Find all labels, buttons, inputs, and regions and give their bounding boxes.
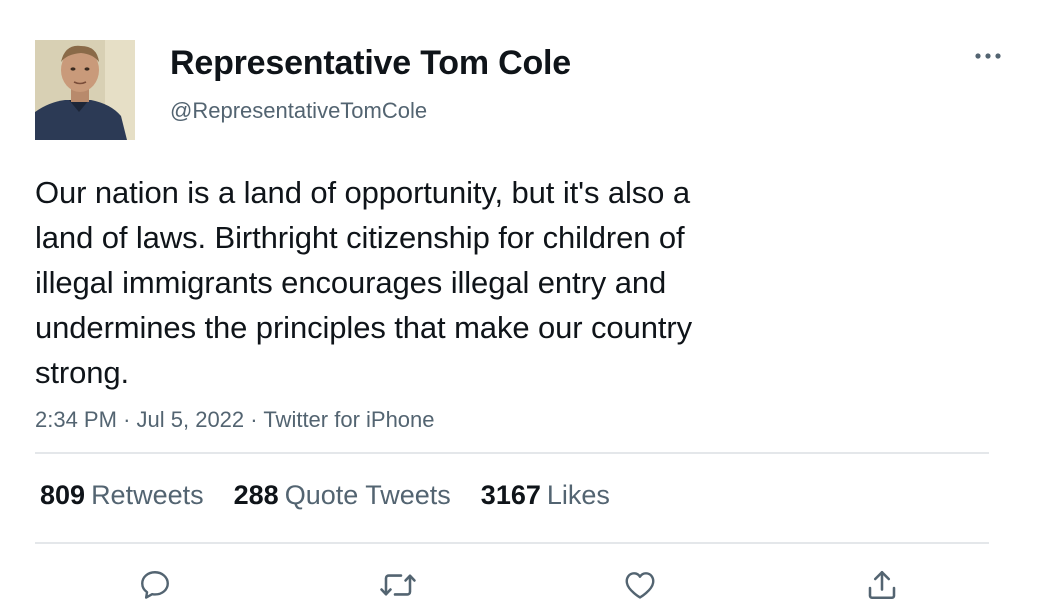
retweet-icon: [380, 574, 416, 596]
meta-separator: ·: [123, 407, 131, 432]
tweet-meta: 2:34 PM · Jul 5, 2022 · Twitter for iPho…: [35, 405, 435, 435]
tweet-source[interactable]: Twitter for iPhone: [263, 407, 434, 432]
quote-tweets-count: 288: [233, 480, 279, 510]
more-dots-icon: [975, 53, 1001, 59]
likes-stat[interactable]: 3167 Likes: [481, 478, 610, 512]
tweet-date[interactable]: Jul 5, 2022: [137, 407, 245, 432]
share-icon: [868, 570, 896, 600]
divider: [35, 542, 989, 544]
quote-tweets-stat[interactable]: 288 Quote Tweets: [234, 478, 451, 512]
divider: [35, 452, 989, 454]
retweets-count: 809: [40, 480, 86, 510]
meta-separator: ·: [250, 407, 258, 432]
likes-label: Likes: [546, 480, 610, 510]
retweet-button[interactable]: [378, 565, 418, 605]
tweet-text: Our nation is a land of opportunity, but…: [35, 175, 692, 390]
retweets-label: Retweets: [91, 480, 204, 510]
more-options-button[interactable]: [968, 44, 1008, 68]
tweet-stats: 809 Retweets 288 Quote Tweets 3167 Likes: [40, 478, 640, 512]
reply-button[interactable]: [135, 565, 175, 605]
comment-icon: [141, 571, 169, 599]
retweets-stat[interactable]: 809 Retweets: [40, 478, 204, 512]
profile-photo-icon: [35, 40, 135, 140]
avatar[interactable]: [35, 40, 135, 140]
heart-icon: [625, 572, 655, 599]
like-button[interactable]: [620, 565, 660, 605]
author-handle[interactable]: @RepresentativeTomCole: [170, 96, 427, 126]
likes-count: 3167: [480, 480, 541, 510]
author-display-name[interactable]: Representative Tom Cole: [170, 42, 571, 84]
quote-tweets-label: Quote Tweets: [284, 480, 451, 510]
share-button[interactable]: [862, 565, 902, 605]
tweet-time[interactable]: 2:34 PM: [35, 407, 117, 432]
